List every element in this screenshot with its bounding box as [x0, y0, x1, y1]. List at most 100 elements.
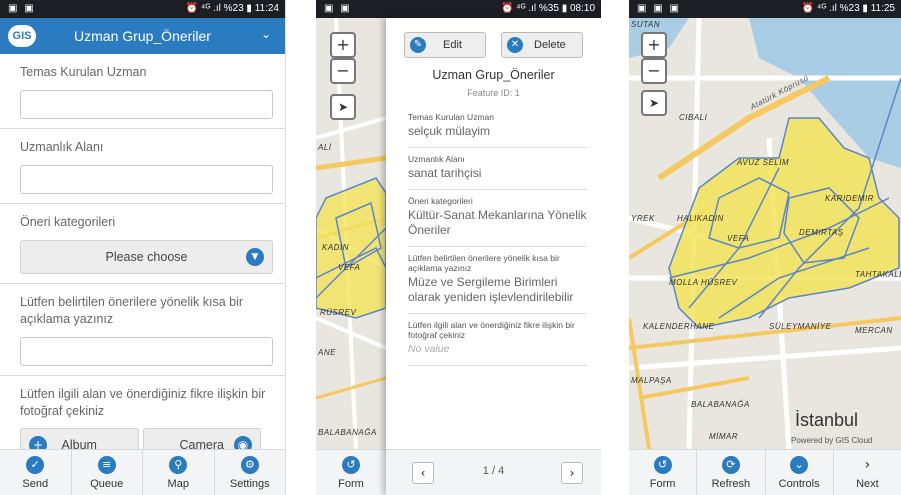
tab-label: Queue	[90, 477, 124, 490]
description-input[interactable]	[20, 337, 273, 366]
feature-pager: ‹ 1 / 4 ›	[386, 449, 601, 495]
tab-send[interactable]: ✓ Send	[0, 450, 72, 495]
close-icon: ✕	[507, 37, 523, 53]
attribute-row: Lütfen belirtilen önerilere yönelik kısa…	[408, 247, 587, 314]
city-label: İstanbul	[795, 410, 859, 430]
tab-next[interactable]: › Next	[834, 450, 901, 495]
map-label: BALABANAĞA	[318, 428, 377, 437]
pencil-icon: ✎	[410, 37, 426, 53]
edit-button[interactable]: ✎ Edit	[404, 32, 486, 58]
feature-title: Uzman Grup_Öneriler	[432, 68, 555, 82]
locate-button[interactable]: ➤	[641, 90, 667, 116]
status-bar: ▣ ▣ ⏰ ⁴ᴳ .ıl %23 ▮ 11:24	[0, 0, 285, 18]
map-label: YREK	[631, 214, 655, 223]
tab-form[interactable]: ↺ Form	[316, 450, 386, 495]
album-button[interactable]: + Album	[20, 428, 139, 449]
photo-buttons: + Album Camera ◉	[20, 428, 273, 449]
tab-form[interactable]: ↺ Form	[629, 450, 698, 495]
chevron-down-icon[interactable]: ⌄	[261, 27, 271, 41]
attribute-value: sanat tarihçisi	[408, 166, 482, 180]
attribute-key: Öneri kategorileri	[408, 196, 473, 206]
plus-icon: +	[29, 436, 47, 449]
status-bar: ▣ ▣ ⏰ ⁴ᴳ .ıl %35 ▮ 08:10	[316, 0, 601, 18]
tab-label: Map	[167, 477, 189, 490]
tab-refresh[interactable]: ⟳ Refresh	[697, 450, 766, 495]
album-label: Album	[61, 438, 97, 449]
tab-label: Settings	[229, 477, 270, 490]
undo-icon: ↺	[653, 455, 672, 474]
map-label: HALIKADIN	[677, 214, 724, 223]
attribute-value: Kültür-Sanat Mekanlarına Yönelik Önerile…	[408, 208, 587, 237]
zoom-out-button[interactable]: −	[330, 58, 356, 84]
page-title[interactable]: Uzman Grup_Öneriler	[0, 28, 285, 44]
status-indicators: ⏰ ⁴ᴳ .ıl %23 ▮ 11:25	[801, 3, 895, 14]
chevron-right-icon: ›	[864, 456, 871, 473]
map-label: VEFA	[338, 263, 361, 272]
gear-icon: ⚙	[240, 455, 259, 474]
tab-label: Refresh	[711, 477, 751, 490]
attribute-row: Lütfen ilgili alan ve önerdiğiniz fikre …	[408, 314, 587, 366]
zoom-in-button[interactable]: +	[330, 32, 356, 58]
check-icon: ✓	[26, 455, 45, 474]
refresh-icon: ⟳	[721, 455, 740, 474]
field-expertise: Uzmanlık Alanı	[0, 129, 285, 204]
locate-button[interactable]: ➤	[330, 94, 356, 120]
attribute-key: Lütfen ilgili alan ve önerdiğiniz fikre …	[408, 320, 575, 340]
field-label: Temas Kurulan Uzman	[20, 65, 147, 79]
field-label: Uzmanlık Alanı	[20, 140, 104, 154]
map-label: AVUZ SELİM	[737, 158, 790, 167]
camera-icon: ◉	[234, 436, 252, 449]
tab-label: Form	[338, 477, 364, 490]
field-expert: Temas Kurulan Uzman	[0, 54, 285, 129]
map-label: CIBALI	[679, 113, 708, 122]
tab-settings[interactable]: ⚙ Settings	[215, 450, 286, 495]
status-bar: ▣ ▣ ▣ ⏰ ⁴ᴳ .ıl %23 ▮ 11:25	[629, 0, 901, 18]
expertise-input[interactable]	[20, 165, 273, 194]
feature-id: Feature ID: 1	[467, 88, 520, 98]
field-description: Lütfen belirtilen önerilere yönelik kısa…	[0, 284, 285, 376]
field-photo: Lütfen ilgili alan ve önerdiğiniz fikre …	[0, 376, 285, 449]
map-label: DEMIRTAŞ	[799, 228, 844, 237]
map-pin-icon: ⚲	[169, 455, 188, 474]
map-credit: Powered by GIS Cloud	[791, 436, 873, 445]
map-label: SÜLEYMANİYE	[769, 322, 832, 331]
tab-label: Form	[649, 477, 676, 490]
category-select[interactable]: Please choose ▼	[20, 240, 273, 274]
attribute-value: selçuk mülayim	[408, 124, 491, 138]
attribute-key: Temas Kurulan Uzman	[408, 112, 494, 122]
app-header: GIS Uzman Grup_Öneriler ⌄	[0, 18, 285, 54]
attribute-row: Temas Kurulan Uzman selçuk mülayim	[408, 106, 587, 148]
map-label: KALENDERHANE	[643, 322, 715, 331]
chevron-down-icon: ⌄	[790, 455, 809, 474]
map-label: ANE	[318, 348, 336, 357]
attribute-row: Öneri kategorileri Kültür-Sanat Mekanlar…	[408, 190, 587, 247]
notification-icons: ▣ ▣	[324, 3, 352, 14]
map-label: KARIDEMIR	[825, 194, 874, 203]
field-label: Öneri kategorileri	[20, 215, 116, 229]
bottom-toolbar: ✓ Send ≡ Queue ⚲ Map ⚙ Settings	[0, 449, 285, 495]
phone-map-screen: ▣ ▣ ▣ ⏰ ⁴ᴳ .ıl %23 ▮ 11:25 + − ➤ SUTAN C…	[629, 0, 901, 495]
attribute-key: Lütfen belirtilen önerilere yönelik kısa…	[408, 253, 560, 273]
bottom-toolbar: ↺ Form	[316, 449, 386, 495]
map-view[interactable]: + − ➤ SUTAN CIBALI Atatürk Köprüsü AVUZ …	[629, 18, 901, 449]
notification-icons: ▣ ▣	[8, 3, 36, 14]
attribute-list: Temas Kurulan Uzman selçuk mülayim Uzman…	[408, 106, 587, 366]
tab-map[interactable]: ⚲ Map	[143, 450, 215, 495]
tab-controls[interactable]: ⌄ Controls	[766, 450, 834, 495]
expert-input[interactable]	[20, 90, 273, 119]
camera-button[interactable]: Camera ◉	[142, 428, 261, 449]
next-button[interactable]: ›	[561, 462, 583, 484]
notification-icons: ▣ ▣ ▣	[637, 3, 681, 14]
map-label: TAHTAKALE	[855, 270, 901, 279]
zoom-in-button[interactable]: +	[641, 32, 667, 58]
tab-queue[interactable]: ≡ Queue	[72, 450, 143, 495]
delete-button[interactable]: ✕ Delete	[501, 32, 583, 58]
attribute-value: Müze ve Sergileme Birimleri olarak yenid…	[408, 275, 574, 304]
zoom-out-button[interactable]: −	[641, 58, 667, 84]
select-value: Please choose	[105, 250, 188, 264]
popup-actions: ✎ Edit ✕ Delete	[404, 32, 583, 58]
map-label: VEFA	[727, 234, 750, 243]
feature-popup: ✎ Edit ✕ Delete Uzman Grup_Öneriler Feat…	[386, 18, 601, 495]
map-label: MERCAN	[855, 326, 893, 335]
attribute-row: Uzmanlık Alanı sanat tarihçisi	[408, 148, 587, 190]
